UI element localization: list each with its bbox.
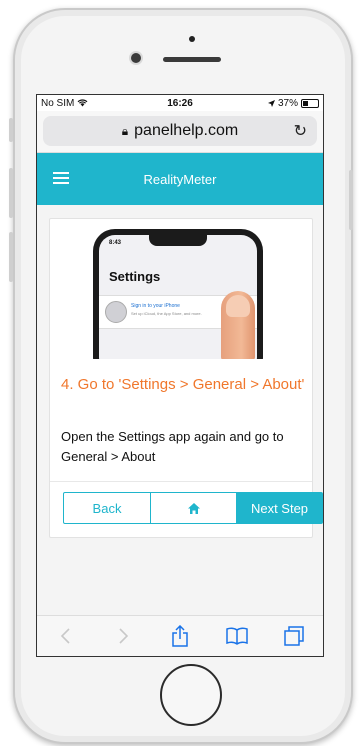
illustration-signin-subtitle: Set up iCloud, the App Store, and more. — [131, 311, 202, 316]
settings-illustration: 8:43 Settings Sign in to your iPhone Set… — [89, 223, 275, 359]
book-icon[interactable] — [222, 627, 252, 645]
url-text: panelhelp.com — [134, 122, 239, 139]
reload-icon[interactable]: ↻ — [294, 121, 307, 141]
step-navigation: Back Next Step — [63, 492, 323, 524]
earpiece-speaker — [163, 57, 221, 62]
app-title: RealityMeter — [143, 171, 217, 187]
browser-address-area: 🔒︎ panelhelp.com ↻ — [37, 111, 323, 153]
phone-screen: No SIM 16:26 37% 🔒︎ panelhelp.com ↻ Real — [36, 94, 324, 657]
illustration-signin-text: Sign in to your iPhone — [131, 303, 180, 309]
browser-toolbar — [37, 615, 323, 656]
lock-icon: 🔒︎ — [121, 123, 129, 138]
home-nav-button[interactable] — [151, 492, 237, 524]
step-description: Open the Settings app again and go to Ge… — [61, 429, 284, 464]
card-divider — [50, 481, 312, 482]
proximity-sensor — [189, 36, 195, 42]
back-button[interactable]: Back — [63, 492, 151, 524]
app-header: RealityMeter — [37, 153, 323, 205]
front-camera — [131, 53, 141, 63]
power-button — [349, 170, 353, 230]
status-time: 16:26 — [167, 97, 193, 109]
chevron-right-icon[interactable] — [108, 627, 138, 645]
volume-up-button — [9, 168, 13, 218]
home-icon — [187, 502, 200, 514]
illustration-avatar — [105, 301, 127, 323]
step-title: 4. Go to 'Settings > General > About' — [61, 376, 305, 393]
illustration-settings-title: Settings — [109, 269, 161, 284]
volume-down-button — [9, 232, 13, 282]
mute-switch — [9, 118, 13, 142]
illustration-time: 8:43 — [109, 240, 122, 246]
share-icon[interactable] — [165, 625, 195, 647]
next-step-button[interactable]: Next Step — [237, 492, 323, 524]
battery-icon — [301, 98, 319, 108]
status-bar: No SIM 16:26 37% — [37, 95, 323, 111]
address-bar[interactable]: 🔒︎ panelhelp.com ↻ — [43, 116, 317, 146]
step-card: 8:43 Settings Sign in to your iPhone Set… — [49, 218, 323, 538]
illustration-fingernail — [226, 295, 250, 317]
hamburger-menu-icon[interactable] — [53, 172, 69, 185]
illustration-notch — [149, 235, 207, 246]
tabs-icon[interactable] — [279, 626, 309, 646]
home-button[interactable] — [160, 664, 222, 726]
chevron-left-icon[interactable] — [51, 627, 81, 645]
